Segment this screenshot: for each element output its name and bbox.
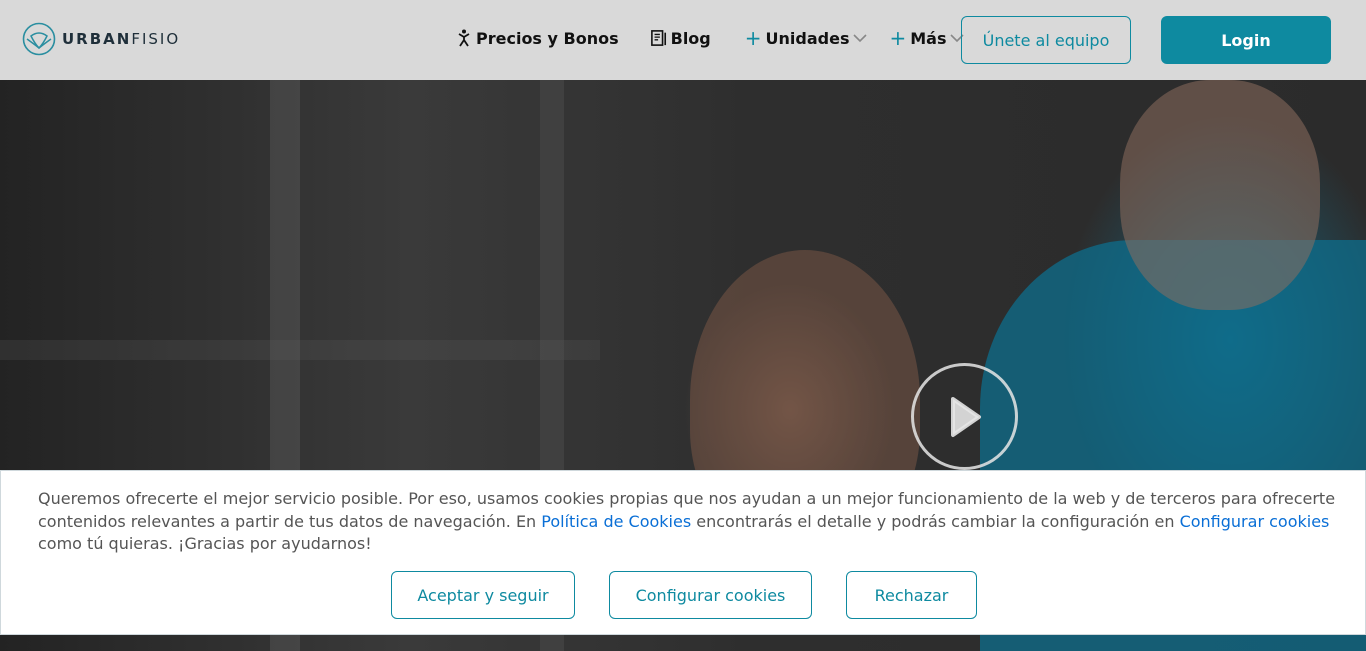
play-video-button[interactable]	[911, 363, 1018, 470]
play-icon	[950, 396, 981, 437]
configure-cookies-link[interactable]: Configurar cookies	[1180, 512, 1330, 531]
cookie-banner: Queremos ofrecerte el mejor servicio pos…	[0, 470, 1366, 635]
nav-blog-label: Blog	[670, 28, 711, 48]
blog-icon	[650, 29, 667, 47]
cookie-policy-link[interactable]: Política de Cookies	[541, 512, 691, 531]
person-icon	[456, 29, 472, 47]
nav-precios-label: Precios y Bonos	[476, 28, 619, 48]
join-team-button[interactable]: Únete al equipo	[961, 16, 1131, 64]
reject-cookies-button[interactable]: Rechazar	[846, 571, 977, 619]
nav-unidades-label: Unidades	[765, 28, 850, 48]
urbanfisio-logo-icon	[22, 22, 56, 56]
nav-unidades[interactable]: + Unidades	[745, 28, 868, 48]
nav-mas[interactable]: + Más	[889, 26, 965, 50]
cookie-text-part: encontrarás el detalle y podrás cambiar …	[691, 511, 1180, 531]
logo[interactable]: URBANFISIO	[22, 22, 180, 56]
nav-blog[interactable]: Blog	[650, 28, 711, 48]
nav-mas-label: Más	[910, 28, 947, 48]
hero-background	[0, 340, 600, 360]
brand-name: URBANFISIO	[62, 30, 181, 48]
plus-icon: +	[744, 26, 762, 50]
site-header: URBANFISIO Precios y Bonos Blog + Unidad…	[0, 0, 1366, 80]
accept-cookies-button[interactable]: Aceptar y seguir	[391, 571, 575, 619]
cookie-text-part: como tú quieras. ¡Gracias por ayudarnos!	[38, 534, 372, 553]
chevron-down-icon	[853, 34, 868, 43]
main-nav: Precios y Bonos Blog + Unidades + Más	[456, 26, 965, 50]
cookie-message: Queremos ofrecerte el mejor servicio pos…	[38, 488, 1348, 556]
login-button[interactable]: Login	[1161, 16, 1331, 64]
plus-icon: +	[889, 26, 907, 50]
configure-cookies-button[interactable]: Configurar cookies	[609, 571, 812, 619]
nav-precios-bonos[interactable]: Precios y Bonos	[456, 29, 619, 48]
hero-photo-figure	[1120, 80, 1320, 310]
